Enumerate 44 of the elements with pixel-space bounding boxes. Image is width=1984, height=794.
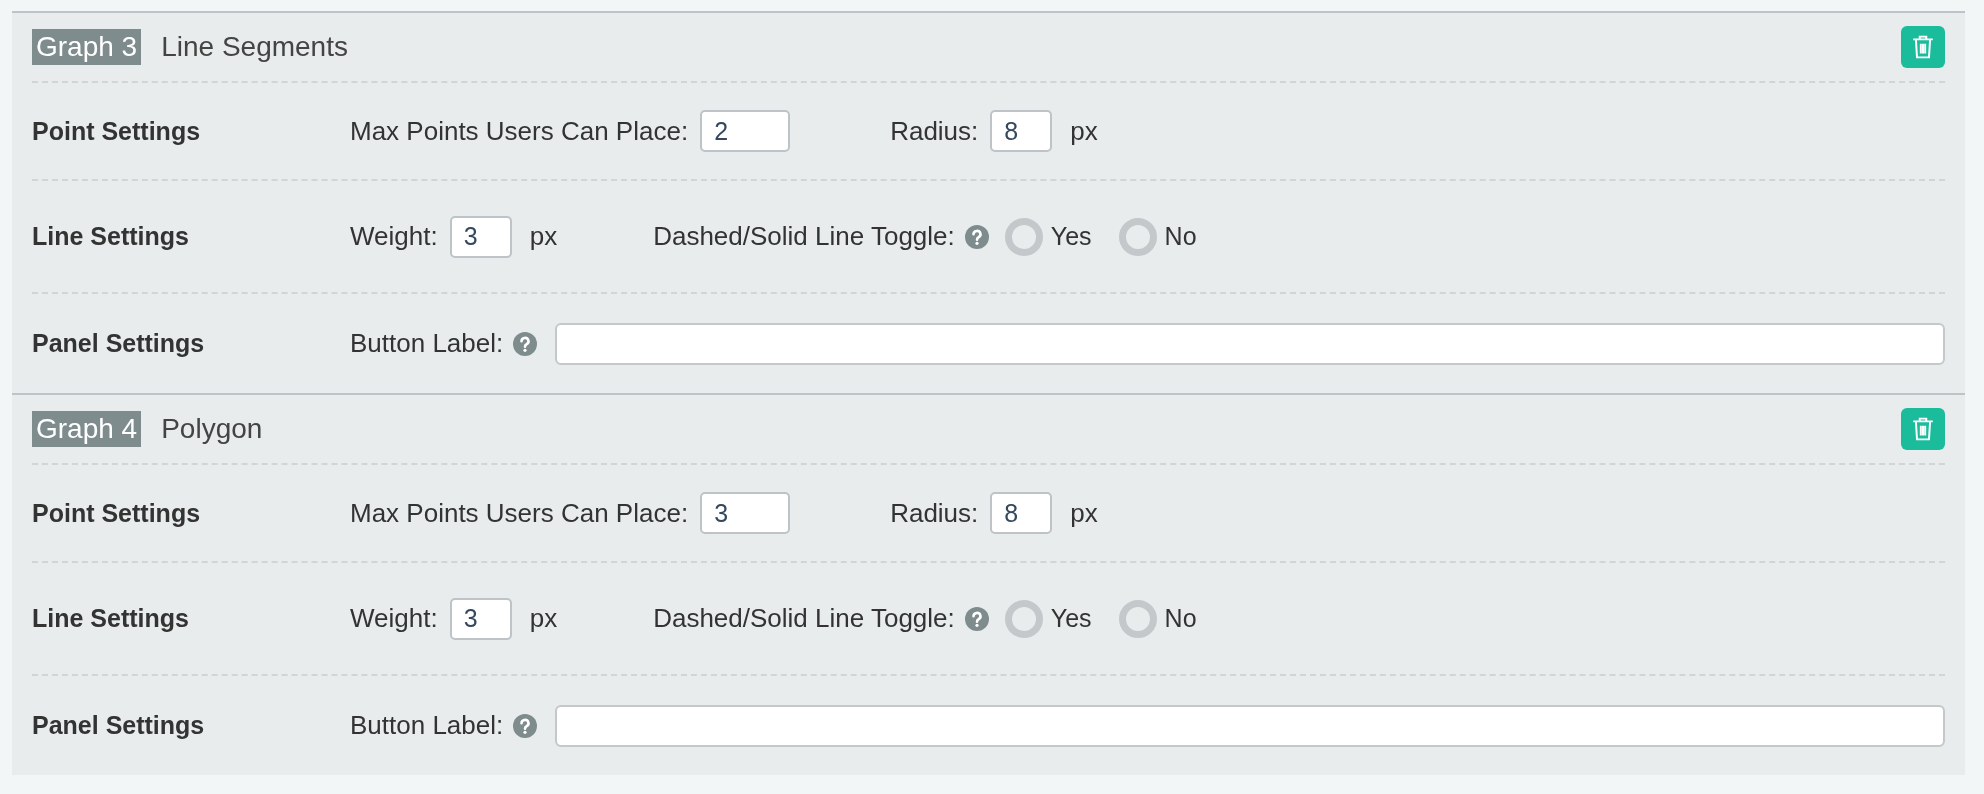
setting-label: Line Settings: [32, 604, 190, 633]
graph-title: Polygon: [161, 413, 263, 445]
delete-button[interactable]: [1901, 408, 1945, 450]
number-field[interactable]: 8: [990, 492, 1053, 534]
text-field[interactable]: [555, 322, 1945, 365]
trash-icon: [1912, 35, 1934, 59]
text-field[interactable]: [555, 704, 1945, 747]
setting-label: Line Settings: [32, 222, 190, 251]
delete-button[interactable]: [1901, 26, 1945, 68]
unit-label: px: [529, 221, 558, 252]
field-label: Weight:: [350, 221, 438, 252]
unit-label: px: [529, 603, 558, 634]
unit-label: px: [1070, 497, 1098, 529]
radio-option[interactable]: No: [1118, 217, 1197, 256]
graph-badge: Graph 4: [32, 411, 142, 447]
setting-label: Panel Settings: [32, 329, 206, 358]
field-label: Button Label:: [350, 328, 504, 359]
graph-title: Line Segments: [161, 31, 348, 63]
field-label: Button Label:: [350, 710, 504, 741]
help-icon[interactable]: [513, 713, 538, 738]
number-field[interactable]: 3: [449, 215, 512, 258]
field-label: Max Points Users Can Place:: [350, 115, 689, 147]
setting-label: Panel Settings: [32, 711, 206, 740]
trash-icon: [1912, 417, 1934, 441]
field-label: Max Points Users Can Place:: [350, 497, 689, 529]
field-label: Radius:: [890, 115, 979, 147]
field-label: Radius:: [890, 497, 979, 529]
setting-label: Point Settings: [32, 116, 202, 146]
help-icon[interactable]: [513, 331, 538, 356]
help-icon[interactable]: [964, 224, 989, 249]
field-label: Dashed/Solid Line Toggle:: [653, 603, 955, 634]
number-field[interactable]: 8: [990, 110, 1053, 152]
radio-option[interactable]: Yes: [1004, 599, 1092, 638]
number-field[interactable]: 3: [700, 492, 791, 534]
setting-label: Point Settings: [32, 498, 202, 528]
number-field[interactable]: 2: [700, 110, 791, 152]
radio-option[interactable]: Yes: [1004, 217, 1092, 256]
graph-badge: Graph 3: [32, 29, 142, 65]
field-label: Dashed/Solid Line Toggle:: [653, 221, 955, 252]
field-label: Weight:: [350, 603, 438, 634]
unit-label: px: [1070, 115, 1098, 147]
number-field[interactable]: 3: [449, 597, 512, 640]
help-icon[interactable]: [964, 606, 989, 631]
radio-option[interactable]: No: [1118, 599, 1197, 638]
